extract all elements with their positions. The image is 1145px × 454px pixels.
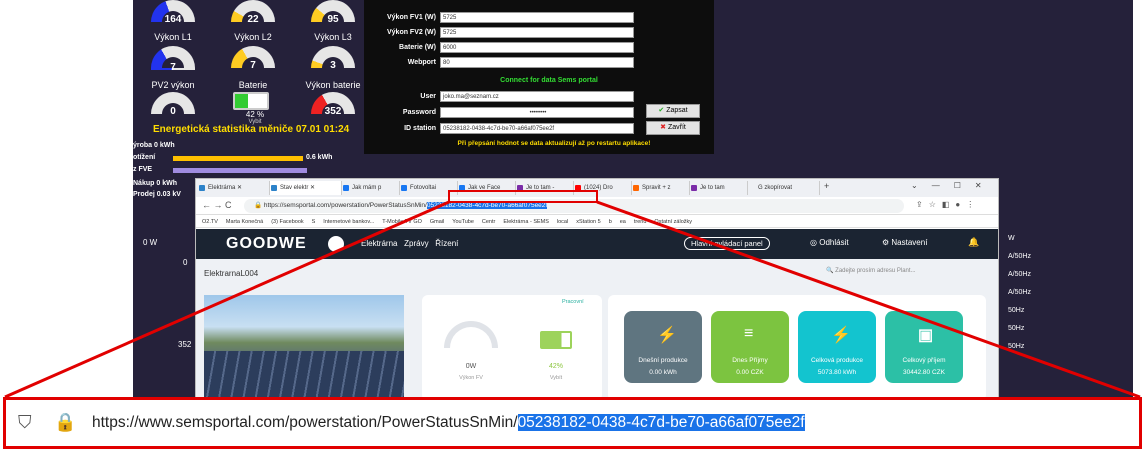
callout-line-right [596,200,1141,399]
callout-line-left [4,200,450,399]
zoom-callout-lines [4,190,1141,399]
zoomed-url-selection: 05238182-0438-4c7d-be70-a66af075ee2f [517,414,805,431]
shield-icon: ⛉ [18,412,32,432]
lock-icon: 🔒 [54,412,77,432]
url-highlight-box [448,190,598,203]
zoomed-url-bar[interactable]: ⛉ 🔒 https://www.semsportal.com/powerstat… [3,397,1142,449]
zoomed-url-text: https://www.semsportal.com/powerstation/… [92,414,805,431]
